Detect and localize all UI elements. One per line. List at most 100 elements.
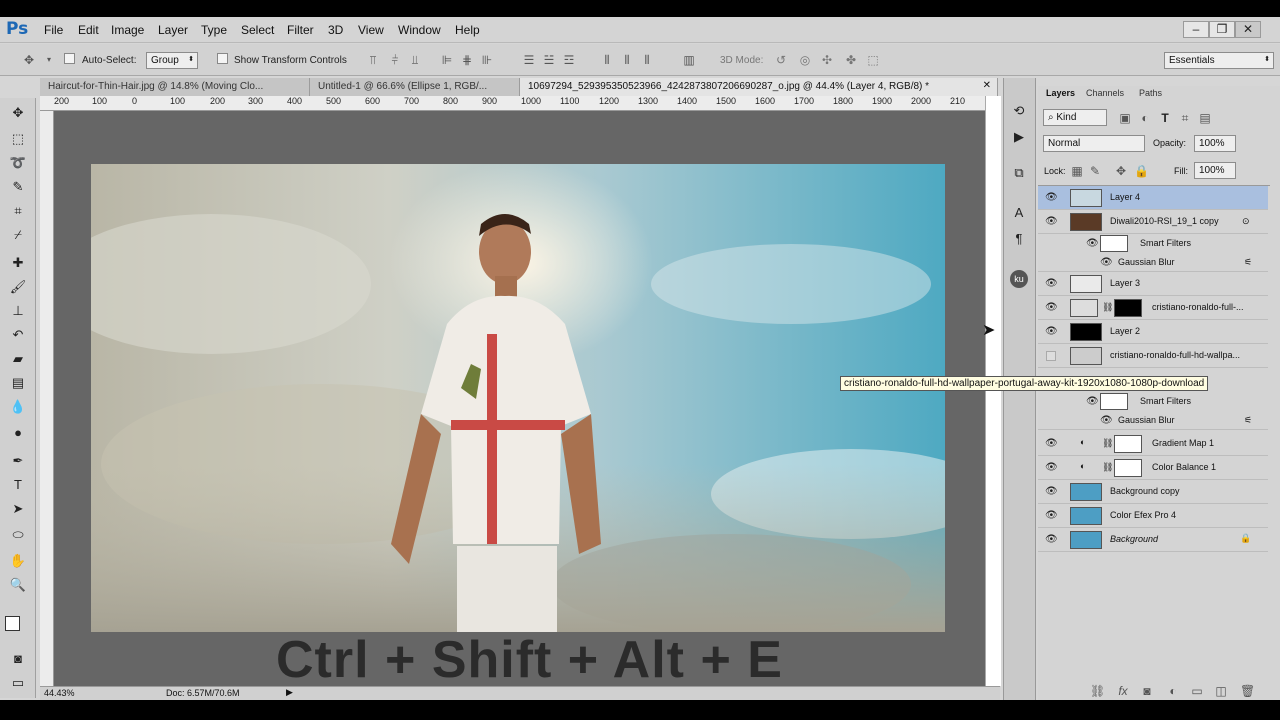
3d-scale-icon[interactable]: ⬚ (866, 53, 880, 67)
new-adjustment-icon[interactable]: ◐ (1166, 684, 1180, 698)
lasso-tool-icon[interactable]: ➰ (9, 154, 27, 172)
ellipse-tool-icon[interactable]: ⬭ (9, 526, 27, 544)
quick-mask-icon[interactable]: ◙ (9, 650, 27, 668)
eye-icon[interactable]: 👁 (1100, 415, 1113, 426)
menu-window[interactable]: Window (398, 23, 441, 37)
restore-button[interactable]: ❐ (1209, 21, 1235, 38)
tab-active-document[interactable]: 10697294_529395350523966_424287380720669… (520, 78, 998, 96)
menu-type[interactable]: Type (201, 23, 227, 37)
blend-mode-dropdown[interactable]: Normal (1043, 135, 1145, 152)
show-transform-checkbox[interactable] (217, 53, 228, 64)
filter-smart-object-icon[interactable]: ▤ (1198, 111, 1212, 125)
smart-filters-row[interactable]: 👁 Smart Filters (1038, 392, 1268, 412)
path-select-icon[interactable]: ➤ (9, 500, 27, 518)
layer-row-cristiano-masked[interactable]: 👁 ⛓ cristiano-ronaldo-full-... (1038, 296, 1268, 320)
layer-row-gradient-map[interactable]: 👁 ◐ ⛓ Gradient Map 1 (1038, 432, 1268, 456)
layer-style-icon[interactable]: fx (1116, 684, 1130, 698)
filter-shape-icon[interactable]: ⌗ (1178, 111, 1192, 125)
3d-roll-icon[interactable]: ◎ (798, 53, 812, 67)
distribute-hcenter-icon[interactable]: ⫴ (620, 53, 634, 67)
blur-tool-icon[interactable]: 💧 (9, 398, 27, 416)
lock-all-icon[interactable]: 🔒 (1134, 164, 1149, 178)
align-right-icon[interactable]: ⊪ (480, 53, 494, 67)
menu-3d[interactable]: 3D (328, 23, 343, 37)
brush-tool-icon[interactable]: 🖌 (9, 278, 27, 296)
zoom-level[interactable]: 44.43% (44, 688, 75, 698)
lock-pixels-icon[interactable]: ✎ (1088, 164, 1102, 178)
properties-panel-icon[interactable]: ⧉ (1010, 164, 1028, 182)
align-top-icon[interactable]: ⫪ (366, 53, 380, 67)
layer-row-color-efex[interactable]: 👁 Color Efex Pro 4 (1038, 504, 1268, 528)
eye-icon[interactable]: 👁 (1045, 486, 1058, 497)
filter-options-icon[interactable]: ⚟ (1244, 415, 1252, 426)
tab-haircut[interactable]: Haircut-for-Thin-Hair.jpg @ 14.8% (Movin… (40, 78, 310, 96)
eye-icon[interactable]: 👁 (1045, 462, 1058, 473)
auto-align-icon[interactable]: ▥ (682, 53, 696, 67)
healing-brush-icon[interactable]: ✚ (9, 254, 27, 272)
filter-type-icon[interactable]: T (1158, 111, 1172, 125)
zoom-tool-icon[interactable]: 🔍 (9, 576, 27, 594)
eye-icon[interactable]: 👁 (1045, 278, 1058, 289)
menu-filter[interactable]: Filter (287, 23, 314, 37)
link-layers-icon[interactable]: ⛓ (1090, 684, 1105, 698)
lock-position-icon[interactable]: ✥ (1114, 164, 1128, 178)
tab-channels[interactable]: Channels (1086, 88, 1124, 98)
gaussian-blur-filter-row[interactable]: 👁 Gaussian Blur ⚟ (1038, 254, 1268, 272)
opacity-input[interactable]: 100% (1194, 135, 1236, 152)
minimize-button[interactable]: – (1183, 21, 1209, 38)
menu-image[interactable]: Image (111, 23, 144, 37)
distribute-right-icon[interactable]: ⦀ (640, 53, 654, 67)
distribute-vcenter-icon[interactable]: ☱ (542, 53, 556, 67)
menu-file[interactable]: File (44, 23, 63, 37)
chain-link-icon[interactable]: ⛓ (1102, 302, 1113, 313)
eye-icon[interactable]: 👁 (1100, 257, 1113, 268)
tab-layers[interactable]: Layers (1046, 88, 1075, 98)
filter-adjustment-icon[interactable]: ◐ (1138, 111, 1152, 125)
layer-row-diwali-copy[interactable]: 👁 Diwali2010-RSI_19_1 copy ⊙ (1038, 210, 1268, 234)
history-brush-icon[interactable]: ↶ (9, 326, 27, 344)
document-image[interactable] (91, 164, 945, 632)
screen-mode-icon[interactable]: ▭ (9, 674, 27, 692)
fill-input[interactable]: 100% (1194, 162, 1236, 179)
type-tool-icon[interactable]: T (9, 476, 27, 494)
delete-layer-icon[interactable]: 🗑 (1240, 684, 1255, 698)
paragraph-panel-icon[interactable]: ¶ (1010, 230, 1028, 248)
lock-transparency-icon[interactable]: ▦ (1070, 164, 1084, 178)
smart-filters-row[interactable]: 👁 Smart Filters (1038, 234, 1268, 254)
menu-view[interactable]: View (358, 23, 384, 37)
distribute-left-icon[interactable]: ⦀ (600, 53, 614, 67)
pen-tool-icon[interactable]: ✒ (9, 452, 27, 470)
tab-untitled[interactable]: Untitled-1 @ 66.6% (Ellipse 1, RGB/... (310, 78, 520, 96)
3d-rotate-icon[interactable]: ↺ (774, 53, 788, 67)
new-layer-icon[interactable]: ◫ (1214, 684, 1228, 698)
dodge-tool-icon[interactable]: ● (9, 424, 27, 442)
align-left-icon[interactable]: ⊫ (440, 53, 454, 67)
close-tab-icon[interactable]: ✕ (983, 80, 991, 91)
new-group-icon[interactable]: ▭ (1190, 684, 1204, 698)
quick-select-tool-icon[interactable]: ✎ (9, 178, 27, 196)
eye-icon[interactable]: 👁 (1045, 192, 1058, 203)
align-hcenter-icon[interactable]: ⋕ (460, 53, 474, 67)
clone-stamp-icon[interactable]: ⊥ (9, 302, 27, 320)
layer-row-color-balance[interactable]: 👁 ◐ ⛓ Color Balance 1 (1038, 456, 1268, 480)
eraser-tool-icon[interactable]: ▰ (9, 350, 27, 368)
marquee-tool-icon[interactable]: ⬚ (9, 130, 27, 148)
close-button[interactable]: ✕ (1235, 21, 1261, 38)
character-panel-icon[interactable]: A (1010, 204, 1028, 222)
eye-icon[interactable]: 👁 (1045, 326, 1058, 337)
gaussian-blur-filter-row[interactable]: 👁 Gaussian Blur ⚟ (1038, 412, 1268, 430)
tab-paths[interactable]: Paths (1139, 88, 1162, 98)
eye-icon[interactable]: 👁 (1045, 510, 1058, 521)
visibility-off-box[interactable] (1046, 351, 1056, 361)
layer-row-background-copy[interactable]: 👁 Background copy (1038, 480, 1268, 504)
crop-tool-icon[interactable]: ⌗ (9, 202, 27, 220)
status-arrow-icon[interactable]: ▶ (286, 687, 293, 698)
3d-drag-icon[interactable]: ✣ (820, 53, 834, 67)
eye-icon[interactable]: 👁 (1045, 216, 1058, 227)
layer-row-layer-3[interactable]: 👁 Layer 3 (1038, 272, 1268, 296)
distribute-top-icon[interactable]: ☰ (522, 53, 536, 67)
move-tool-icon[interactable]: ✥ (9, 104, 27, 122)
gradient-tool-icon[interactable]: ▤ (9, 374, 27, 392)
chain-link-icon[interactable]: ⛓ (1102, 438, 1113, 449)
align-vcenter-icon[interactable]: ⫩ (388, 53, 402, 67)
